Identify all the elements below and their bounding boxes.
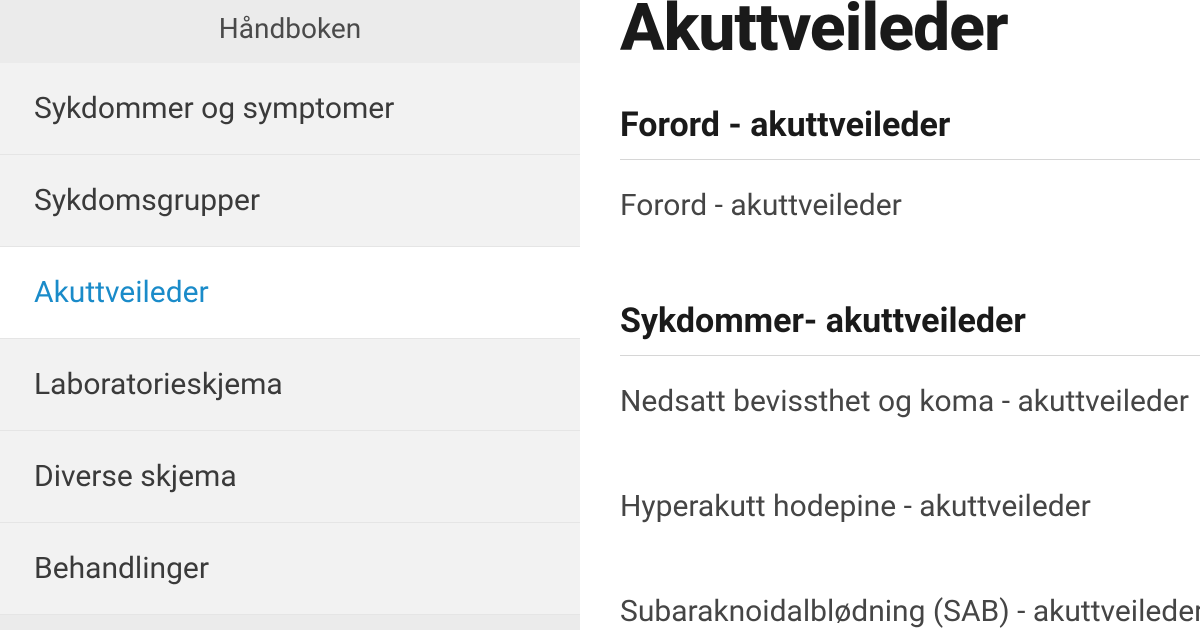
sidebar-item-sykdomsgrupper[interactable]: Sykdomsgrupper bbox=[0, 155, 580, 247]
section-sykdommer: Sykdommer- akuttveileder Nedsatt bevisst… bbox=[620, 301, 1200, 630]
sidebar-item-akuttveileder[interactable]: Akuttveileder bbox=[0, 247, 580, 339]
article-list: Nedsatt bevissthet og koma - akuttveiled… bbox=[620, 384, 1200, 630]
article-link[interactable]: Nedsatt bevissthet og koma - akuttveiled… bbox=[620, 384, 1200, 449]
sidebar-item-laboratorieskjema[interactable]: Laboratorieskjema bbox=[0, 339, 580, 431]
section-heading: Forord - akuttveileder bbox=[620, 105, 1200, 160]
page-title: Akuttveileder bbox=[620, 0, 1200, 67]
main-content: Akuttveileder Forord - akuttveileder For… bbox=[580, 0, 1200, 630]
article-link[interactable]: Hyperakutt hodepine - akuttveileder bbox=[620, 489, 1200, 554]
article-link[interactable]: Forord - akuttveileder bbox=[620, 188, 1200, 253]
section-forord: Forord - akuttveileder Forord - akuttvei… bbox=[620, 105, 1200, 253]
sidebar-item-diverse-skjema[interactable]: Diverse skjema bbox=[0, 431, 580, 523]
section-heading: Sykdommer- akuttveileder bbox=[620, 301, 1200, 356]
sidebar-item-sykdommer-og-symptomer[interactable]: Sykdommer og symptomer bbox=[0, 63, 580, 155]
article-link[interactable]: Subaraknoidalblødning (SAB) - akuttveile… bbox=[620, 594, 1200, 630]
sidebar: Håndboken Sykdommer og symptomer Sykdoms… bbox=[0, 0, 580, 630]
sidebar-item-behandlinger[interactable]: Behandlinger bbox=[0, 523, 580, 615]
sidebar-header: Håndboken bbox=[0, 0, 580, 63]
